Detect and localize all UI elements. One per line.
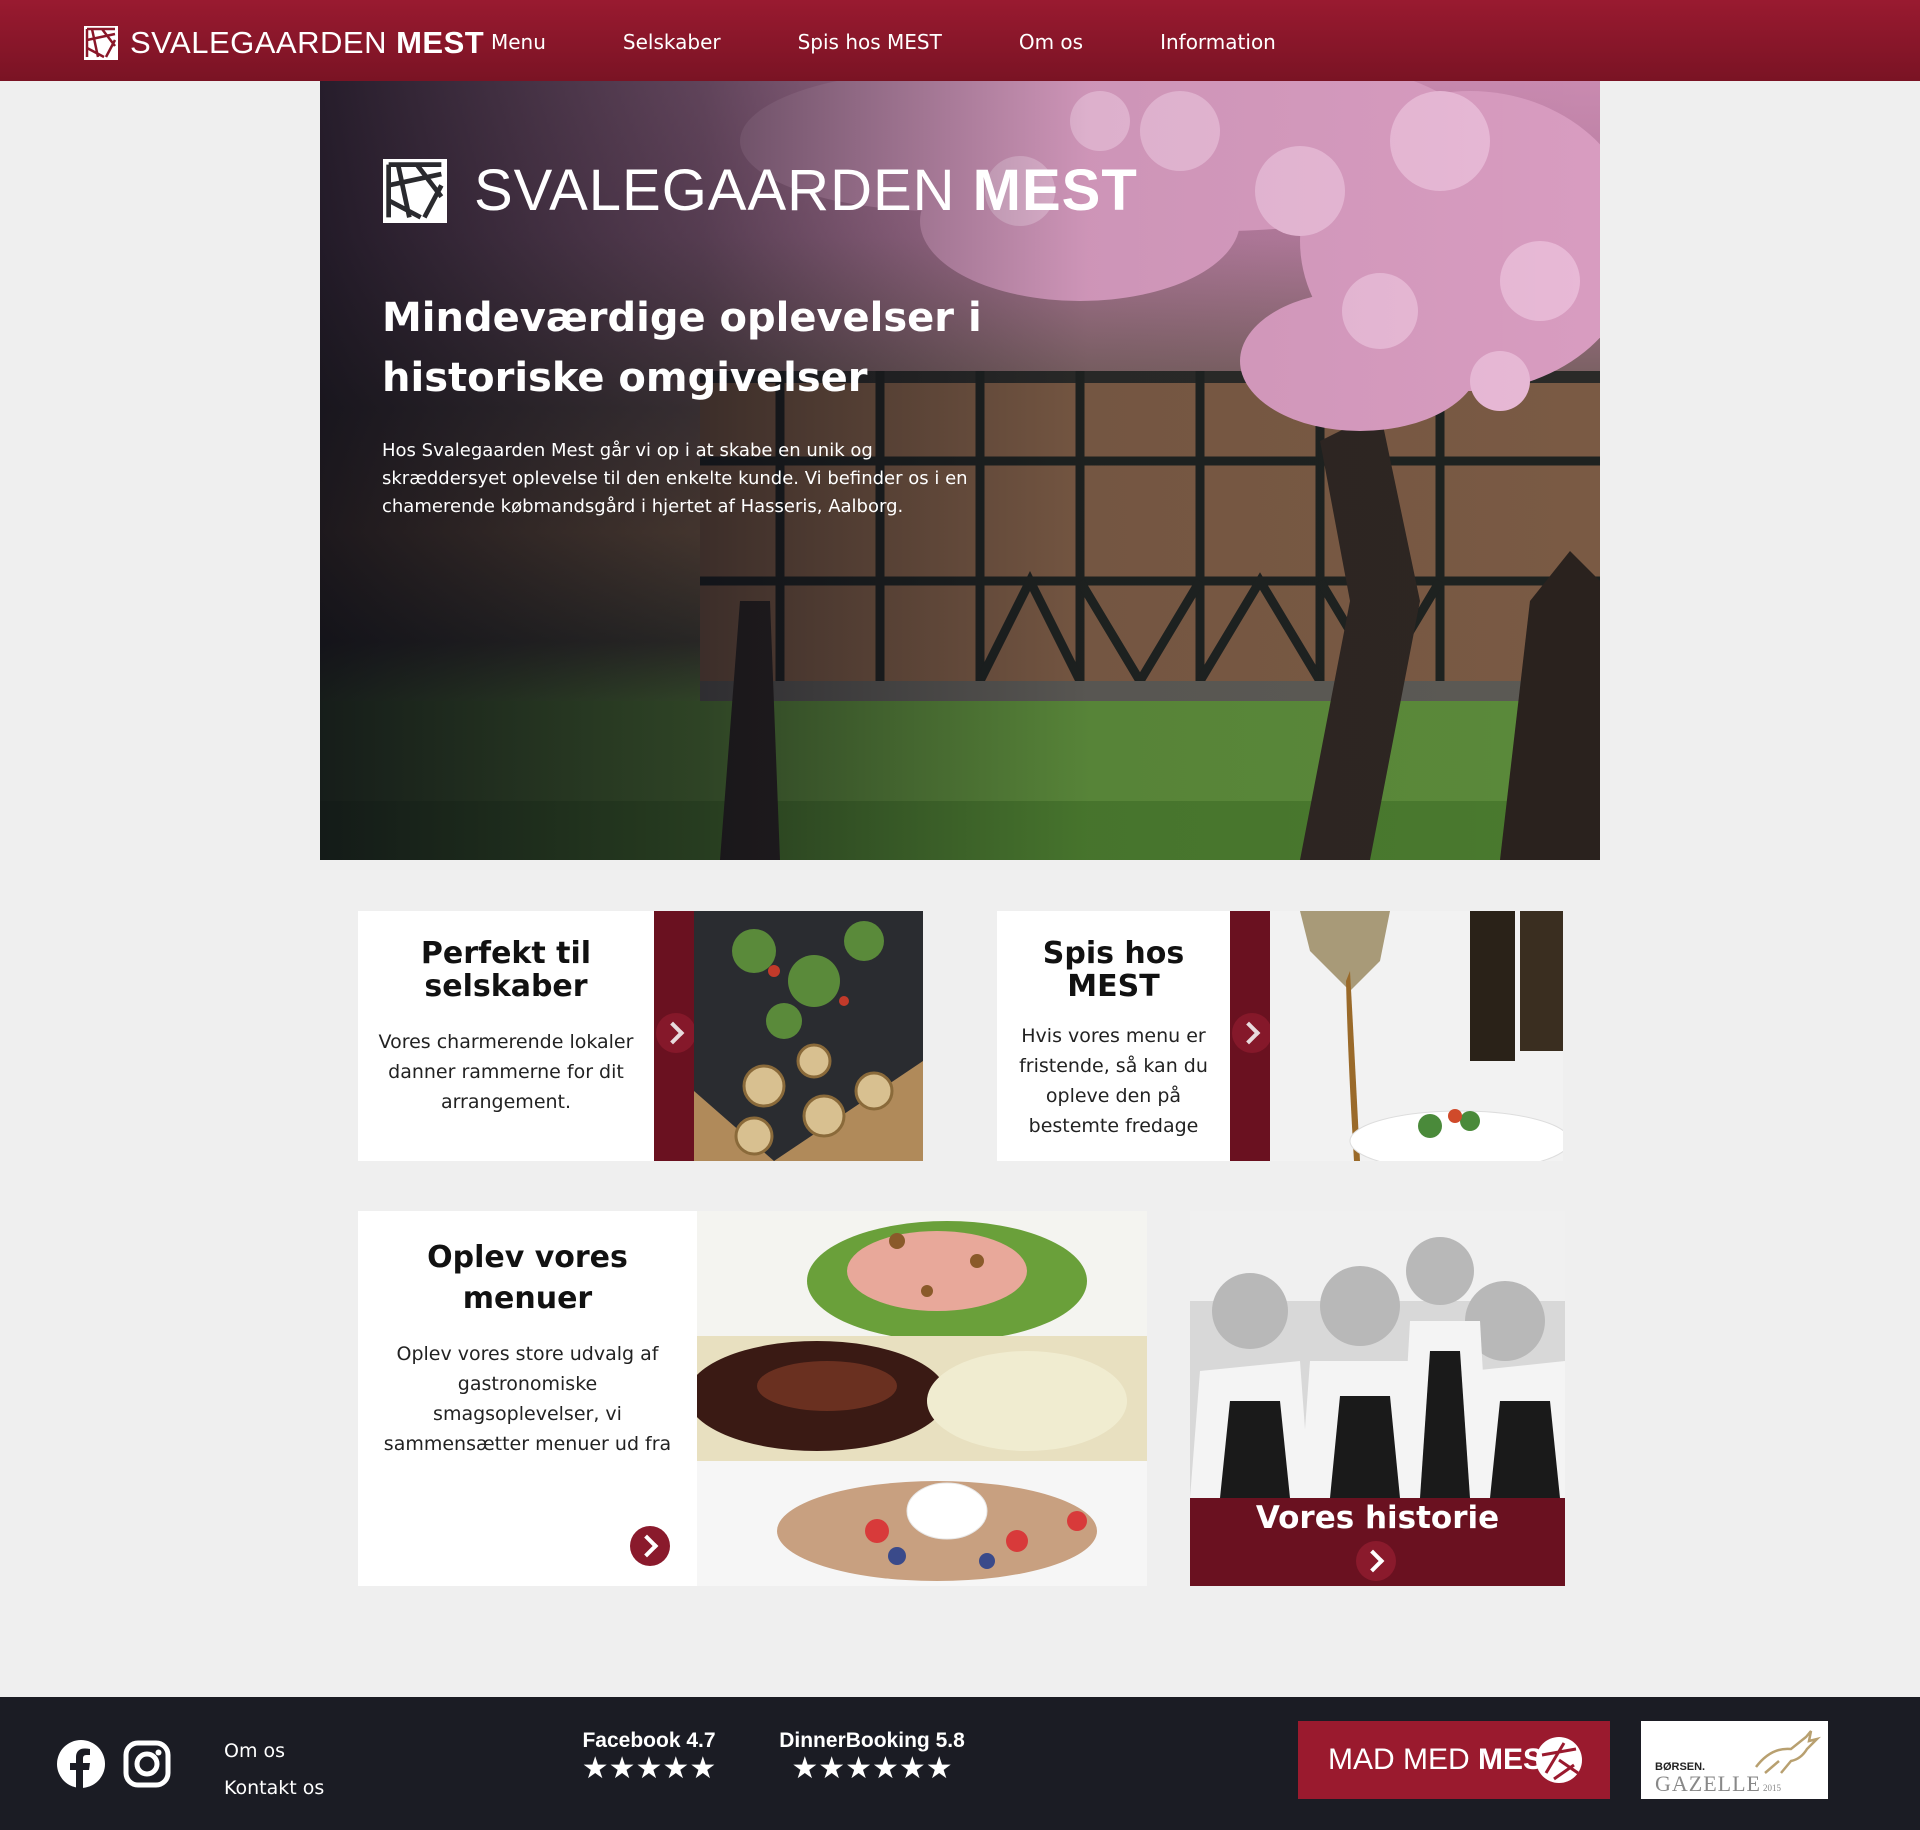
card-selskaber-title: Perfekt til selskaber: [420, 936, 592, 1004]
star-icon: ★★★★★: [581, 1751, 717, 1786]
footer: Om os Kontakt os Facebook 4.7 ★★★★★ Dinn…: [0, 1697, 1920, 1830]
star-icon: ★★★★★★: [791, 1751, 953, 1786]
gazelle-main-text: GAZELLE: [1655, 1771, 1761, 1796]
mad-med-mest-text: MAD MED MEST: [1328, 1743, 1561, 1777]
footer-link-om-os[interactable]: Om os: [224, 1733, 324, 1770]
card-vores-historie[interactable]: Vores historie: [1190, 1211, 1565, 1586]
card-menuer-description: Oplev vores store udvalg af gastronomisk…: [383, 1343, 672, 1455]
borsen-gazelle-badge: BØRSEN. GAZELLE 2015: [1641, 1721, 1828, 1799]
hero-logo-text: SVALEGAARDEN MEST: [474, 159, 1138, 223]
logo-mark-icon: [383, 159, 447, 223]
nav-item-selskaber[interactable]: Selskaber: [623, 29, 721, 55]
card-spis-image: [1270, 911, 1563, 1161]
chevron-right-icon[interactable]: [1356, 1541, 1396, 1581]
chevron-right-icon[interactable]: [1232, 1013, 1272, 1053]
card-menuer[interactable]: Oplev vores menuer Oplev vores store udv…: [358, 1211, 1147, 1586]
card-selskaber[interactable]: Perfekt til selskaber Vores charmerende …: [358, 911, 923, 1161]
nav-item-information[interactable]: Information: [1160, 29, 1276, 55]
logo-text-bold: MEST: [396, 25, 485, 60]
footer-link-kontakt-os[interactable]: Kontakt os: [224, 1770, 324, 1807]
rating-facebook[interactable]: Facebook 4.7 ★★★★★: [554, 1729, 744, 1785]
nav-item-om-os[interactable]: Om os: [1019, 29, 1083, 55]
rating-dinnerbooking[interactable]: DinnerBooking 5.8 ★★★★★★: [762, 1729, 982, 1785]
card-selskaber-text: Perfekt til selskaber Vores charmerende …: [358, 911, 654, 1161]
hero-description: Hos Svalegaarden Mest går vi op i at ska…: [382, 440, 968, 517]
chevron-right-icon[interactable]: [630, 1526, 670, 1566]
hero-logo-text-bold: MEST: [972, 158, 1138, 223]
card-spis-description: Hvis vores menu er fristende, så kan du …: [1019, 1025, 1208, 1137]
social-links: [56, 1739, 188, 1789]
mad-med-mest-button[interactable]: MAD MED MEST: [1298, 1721, 1610, 1799]
logo-text-light: SVALEGAARDEN: [130, 25, 387, 60]
card-historie-image: [1190, 1211, 1565, 1498]
gazelle-icon: [1755, 1730, 1821, 1774]
logo-mark-icon: [84, 26, 118, 60]
top-navigation-bar: SVALEGAARDEN MEST Menu Selskaber Spis ho…: [0, 0, 1920, 81]
card-spis-title: Spis hos MEST: [1042, 936, 1185, 1004]
mad-med-mest-logo-icon: [1536, 1737, 1582, 1783]
hero-logo-text-light: SVALEGAARDEN: [474, 158, 956, 223]
footer-links: Om os Kontakt os: [224, 1733, 324, 1807]
mad-med-mest-light: MAD MED: [1328, 1743, 1470, 1776]
card-selskaber-description: Vores charmerende lokaler danner rammern…: [378, 1031, 634, 1113]
instagram-icon[interactable]: [122, 1739, 172, 1789]
card-historie-title: Vores historie: [1255, 1500, 1500, 1536]
hero-title: Mindeværdige oplevelser i historiske omg…: [382, 295, 982, 401]
hero-banner: SVALEGAARDEN MEST Mindeværdige oplevelse…: [320, 81, 1600, 860]
facebook-icon[interactable]: [56, 1739, 106, 1789]
card-menuer-images: [697, 1211, 1147, 1586]
gazelle-year-text: 2015: [1763, 1783, 1781, 1793]
nav-item-spis-hos-mest[interactable]: Spis hos MEST: [798, 29, 942, 55]
logo-text: SVALEGAARDEN MEST: [130, 26, 484, 60]
site-logo[interactable]: SVALEGAARDEN MEST: [84, 26, 484, 60]
rating-dinnerbooking-label: DinnerBooking 5.8: [779, 1729, 965, 1752]
main-nav: Menu Selskaber Spis hos MEST Om os Infor…: [491, 29, 1353, 55]
nav-item-menu[interactable]: Menu: [491, 29, 546, 55]
card-menuer-title: Oplev vores menuer: [427, 1240, 628, 1316]
card-spis-text: Spis hos MEST Hvis vores menu er fristen…: [997, 911, 1230, 1161]
card-spis-strip: [1230, 911, 1272, 1161]
hero-logo: SVALEGAARDEN MEST: [382, 159, 1138, 223]
card-selskaber-strip: [654, 911, 696, 1161]
card-spis-hos-mest[interactable]: Spis hos MEST Hvis vores menu er fristen…: [997, 911, 1563, 1161]
rating-facebook-label: Facebook 4.7: [582, 1729, 716, 1752]
chevron-right-icon[interactable]: [656, 1013, 696, 1053]
card-selskaber-image: [694, 911, 923, 1161]
